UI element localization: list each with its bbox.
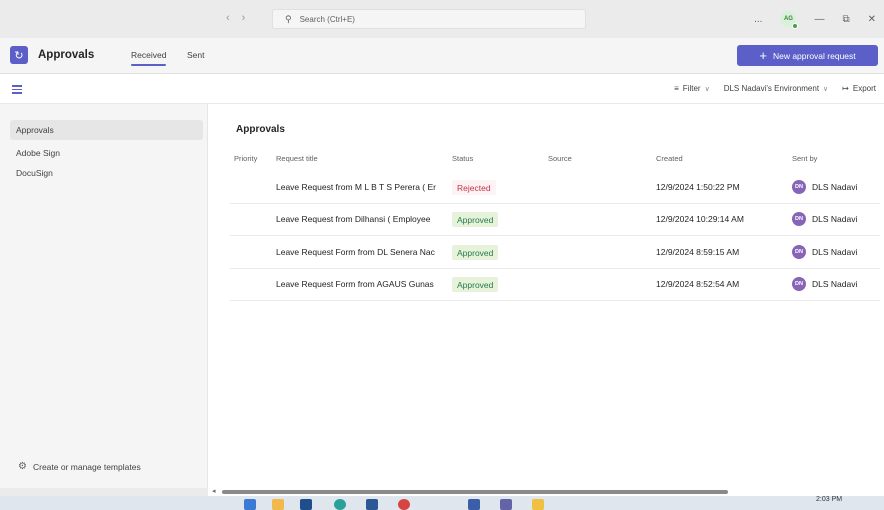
- new-approval-request-button[interactable]: + New approval request: [737, 45, 878, 66]
- taskbar-app-icon[interactable]: [532, 499, 544, 510]
- status-badge: Approved: [452, 245, 499, 260]
- new-approval-request-label: New approval request: [772, 50, 856, 61]
- column-header-request-title[interactable]: Request title: [276, 154, 318, 163]
- avatar: DN: [792, 180, 806, 194]
- taskbar-app-icon[interactable]: [244, 499, 256, 510]
- folder-icon[interactable]: [272, 499, 284, 510]
- filter-label: Filter: [682, 84, 701, 93]
- request-title: Leave Request from M L B T S Perera ( Er: [276, 182, 436, 192]
- sender-name: DLS Nadavi: [812, 214, 858, 224]
- table-row[interactable]: Leave Request Form from AGAUS Gunas Appr…: [230, 269, 880, 301]
- toolbar: ≡ Filter ∨ DLS Nadavi's Environment ∨ ↦ …: [0, 74, 884, 104]
- export-icon: ↦: [842, 84, 849, 93]
- request-title: Leave Request from Dilhansi ( Employee: [276, 214, 431, 224]
- status-badge: Approved: [452, 277, 499, 292]
- user-avatar[interactable]: AG: [780, 11, 799, 29]
- filter-icon: ≡: [674, 84, 679, 93]
- approvals-app-icon: ↻: [10, 46, 28, 64]
- tab-received[interactable]: Received: [131, 50, 167, 66]
- search-input[interactable]: ⚲ Search (Ctrl+E): [272, 9, 586, 29]
- sidebar-item-approvals[interactable]: Approvals: [10, 120, 203, 140]
- teams-icon[interactable]: [500, 499, 512, 510]
- scroll-left-icon[interactable]: ◂: [212, 487, 216, 495]
- created-date: 12/9/2024 8:59:15 AM: [656, 247, 740, 257]
- environment-picker[interactable]: DLS Nadavi's Environment ∨: [724, 84, 828, 93]
- request-title: Leave Request Form from DL Senera Nac: [276, 247, 435, 257]
- avatar: DN: [792, 277, 806, 291]
- environment-label: DLS Nadavi's Environment: [723, 84, 820, 93]
- table-row[interactable]: Leave Request from Dilhansi ( Employee A…: [230, 204, 880, 236]
- app-title: Approvals: [38, 49, 95, 61]
- status-badge: Approved: [452, 212, 499, 227]
- more-options-icon[interactable]: ...: [754, 14, 762, 25]
- sent-by: DN DLS Nadavi: [792, 277, 857, 291]
- minimize-icon[interactable]: —: [814, 14, 824, 25]
- app-header: ↻ Approvals Received Sent + New approval…: [0, 38, 884, 74]
- search-placeholder: Search (Ctrl+E): [299, 14, 355, 24]
- clock: 2:03 PM: [816, 496, 843, 503]
- chevron-down-icon: ∨: [704, 85, 710, 93]
- taskbar-app-icon[interactable]: [366, 499, 378, 510]
- sender-name: DLS Nadavi: [812, 182, 858, 192]
- create-templates-link[interactable]: ⚙ Create or manage templates: [18, 461, 141, 472]
- chevron-down-icon: ∨: [823, 85, 829, 93]
- os-taskbar: 2:03 PM: [0, 496, 884, 510]
- plus-icon: +: [759, 48, 767, 63]
- chrome-icon[interactable]: [398, 499, 410, 510]
- created-date: 12/9/2024 1:50:22 PM: [656, 182, 740, 192]
- avatar: DN: [792, 245, 806, 259]
- request-title: Leave Request Form from AGAUS Gunas: [276, 279, 434, 289]
- sidebar: Approvals Adobe Sign DocuSign ⚙ Create o…: [0, 104, 208, 488]
- search-icon: ⚲: [285, 13, 292, 24]
- sidebar-item-label: DocuSign: [16, 168, 53, 178]
- restore-icon[interactable]: ⧉: [842, 14, 849, 25]
- tab-received-label: Received: [131, 50, 167, 60]
- user-initials: AG: [783, 16, 793, 22]
- approvals-list: Approvals Priority Request title Status …: [208, 104, 884, 488]
- active-tab-indicator: [131, 64, 167, 66]
- toolbar-actions: ≡ Filter ∨ DLS Nadavi's Environment ∨ ↦ …: [674, 84, 876, 93]
- sidebar-item-label: Adobe Sign: [16, 148, 60, 158]
- column-header-status[interactable]: Status: [452, 154, 473, 163]
- tab-sent[interactable]: Sent: [187, 50, 205, 60]
- sidebar-item-docusign[interactable]: DocuSign: [10, 163, 203, 183]
- created-date: 12/9/2024 8:52:54 AM: [656, 279, 740, 289]
- sent-by: DN DLS Nadavi: [792, 245, 857, 259]
- sidebar-item-label: Approvals: [16, 125, 54, 135]
- taskbar-app-icon[interactable]: [300, 499, 312, 510]
- scrollbar-thumb[interactable]: [222, 490, 728, 494]
- sidebar-item-adobe-sign[interactable]: Adobe Sign: [10, 143, 203, 163]
- column-header-created[interactable]: Created: [656, 154, 683, 163]
- close-icon[interactable]: ✕: [868, 14, 876, 25]
- filter-button[interactable]: ≡ Filter ∨: [674, 84, 710, 93]
- created-date: 12/9/2024 10:29:14 AM: [656, 214, 744, 224]
- sender-name: DLS Nadavi: [812, 279, 858, 289]
- templates-label: Create or manage templates: [32, 461, 141, 472]
- export-button[interactable]: ↦ Export: [842, 84, 876, 93]
- history-navigation: ‹ ›: [226, 12, 245, 24]
- sent-by: DN DLS Nadavi: [792, 212, 857, 226]
- tab-sent-label: Sent: [187, 50, 205, 60]
- column-header-priority[interactable]: Priority: [234, 154, 257, 163]
- sender-name: DLS Nadavi: [812, 247, 858, 257]
- hamburger-menu-icon[interactable]: [12, 85, 22, 94]
- presence-available-icon: [792, 23, 799, 29]
- export-label: Export: [852, 84, 876, 93]
- window-controls: ... AG — ⧉ ✕: [754, 11, 876, 29]
- title-bar: ‹ › ⚲ Search (Ctrl+E) ... AG — ⧉ ✕: [0, 0, 884, 38]
- table-row[interactable]: Leave Request from M L B T S Perera ( Er…: [230, 172, 880, 204]
- taskbar-app-icon[interactable]: [468, 499, 480, 510]
- column-header-sent-by[interactable]: Sent by: [792, 154, 817, 163]
- back-arrow-icon[interactable]: ‹: [226, 12, 230, 24]
- table-row[interactable]: Leave Request Form from DL Senera Nac Ap…: [230, 237, 880, 269]
- forward-arrow-icon[interactable]: ›: [242, 12, 246, 24]
- gear-icon: ⚙: [18, 461, 27, 472]
- avatar: DN: [792, 212, 806, 226]
- status-badge: Rejected: [452, 180, 496, 195]
- page-title: Approvals: [236, 124, 285, 135]
- browser-icon[interactable]: [334, 499, 346, 510]
- column-header-source[interactable]: Source: [548, 154, 572, 163]
- sent-by: DN DLS Nadavi: [792, 180, 857, 194]
- horizontal-scrollbar[interactable]: ◂: [208, 488, 884, 496]
